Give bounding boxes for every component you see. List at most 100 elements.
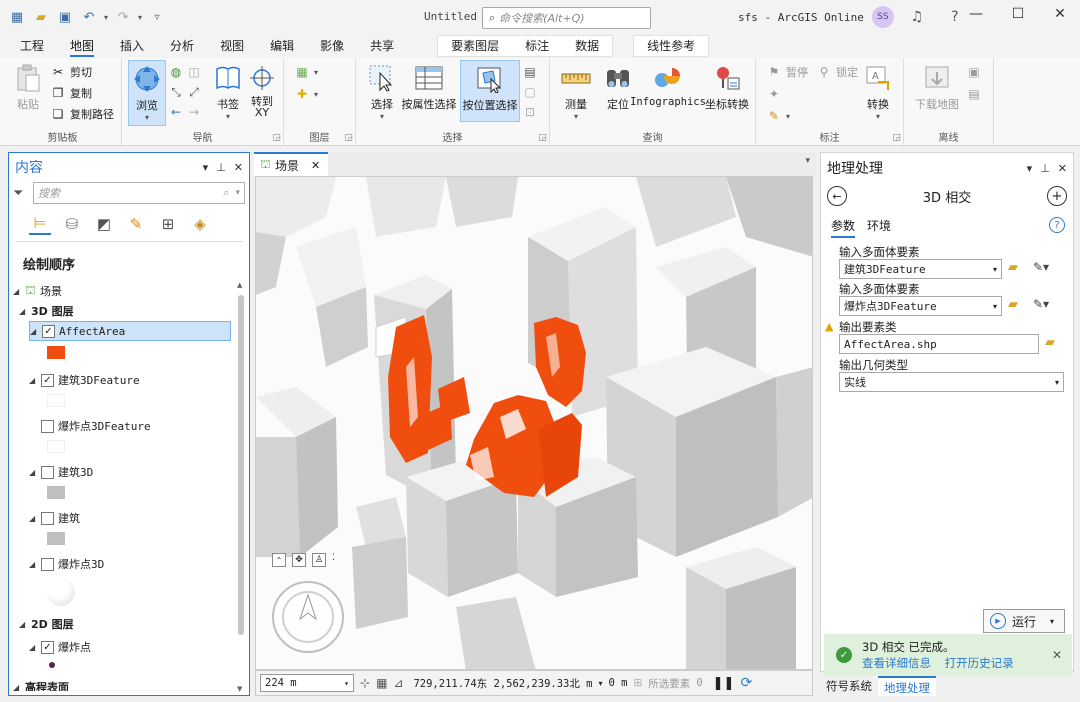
pane-options-icon[interactable]: ▾	[1027, 162, 1033, 175]
list-by-labeling-icon[interactable]: ◈	[189, 213, 211, 235]
toc-layer-building-3d[interactable]: ◢ 建筑3D	[29, 462, 93, 482]
toc-group-2d[interactable]: ◢ 2D 图层	[19, 614, 74, 634]
scale-input[interactable]: 224 m ▾	[260, 674, 354, 692]
select-button[interactable]: 选择 ▾	[360, 60, 404, 122]
list-by-selection-icon[interactable]: ◩	[93, 213, 115, 235]
measure-button[interactable]: 测量 ▾	[554, 60, 598, 122]
layer-visibility-checkbox[interactable]: ✓	[41, 640, 54, 654]
output-geometry-type-select[interactable]: 实线 ▾	[839, 372, 1064, 392]
download-map-button[interactable]: 下载地图	[910, 60, 964, 122]
cut-button[interactable]: ✂ 剪切	[50, 62, 92, 82]
select-by-attributes-button[interactable]: 按属性选择	[400, 60, 458, 122]
dismiss-icon[interactable]: ✕	[1052, 648, 1062, 662]
navigator-pan-icon[interactable]: ✥	[292, 553, 306, 567]
toc-layer-explosion-3d[interactable]: ◢ 爆炸点3D	[29, 554, 104, 574]
tab-parameters[interactable]: 参数	[831, 217, 856, 238]
run-button[interactable]: ▶ 运行 ▾	[983, 609, 1065, 633]
save-icon[interactable]: ▣	[56, 8, 74, 26]
view-unplaced-icon[interactable]: ✦	[766, 84, 782, 104]
layer-visibility-checkbox[interactable]: ✓	[42, 324, 55, 338]
selection-launcher-icon[interactable]: ◲	[538, 133, 547, 143]
fixed-zoom-icon[interactable]: ◫	[186, 62, 202, 82]
add-tool-icon[interactable]: +	[1047, 186, 1067, 206]
refresh-icon[interactable]: ⟳	[740, 675, 752, 691]
pin-icon[interactable]: ⊥	[216, 161, 226, 174]
layer-visibility-checkbox[interactable]	[41, 465, 54, 479]
contents-search-input[interactable]: 搜索 ⌕ ▾	[33, 182, 245, 204]
toc-scene[interactable]: ◢ ⛫ 场景	[13, 281, 62, 301]
goto-xy-button[interactable]: 转到 XY	[240, 60, 284, 122]
close-pane-icon[interactable]: ✕	[234, 161, 243, 174]
view-details-link[interactable]: 查看详细信息	[862, 656, 931, 670]
lock-labels-button[interactable]: ⚲ 锁定	[816, 62, 858, 82]
tab-share[interactable]: 共享	[357, 35, 407, 57]
collapse-icon[interactable]: ◢	[29, 643, 41, 652]
previous-extent-icon[interactable]: ←	[168, 102, 184, 122]
collapse-icon[interactable]: ◢	[19, 307, 31, 316]
toc-layer-building-3dfeature[interactable]: ◢ ✓ 建筑3DFeature	[29, 370, 140, 390]
pause-labels-button[interactable]: ⚑ 暂停	[766, 62, 808, 82]
maximize-icon[interactable]: ☐	[1006, 6, 1030, 22]
tab-edit[interactable]: 编辑	[257, 35, 307, 57]
toc-elevation-surfaces[interactable]: ◢ 高程表面	[13, 677, 69, 691]
tab-data[interactable]: 数据	[562, 35, 612, 57]
graticule-icon[interactable]: ⊹	[360, 676, 370, 690]
tab-labeling[interactable]: 标注	[512, 35, 562, 57]
close-tab-icon[interactable]: ✕	[311, 159, 320, 172]
undo-icon[interactable]: ↶	[80, 8, 98, 26]
minimize-icon[interactable]: —	[964, 6, 988, 22]
navigator-walk-icon[interactable]: ♙	[312, 553, 326, 567]
scroll-up-icon[interactable]: ▲	[237, 281, 242, 289]
navigator-more-icon[interactable]: ⁚	[332, 553, 335, 567]
paste-button[interactable]: 粘贴	[6, 60, 50, 122]
redo-dropdown-icon[interactable]: ▾	[138, 13, 142, 22]
navigator-collapse-icon[interactable]: ⌃	[272, 553, 286, 567]
zoom-in-fixed-icon[interactable]: ⤡	[168, 82, 184, 102]
layer-symbol-explosion-point[interactable]	[49, 662, 55, 668]
toc-group-3d[interactable]: ◢ 3D 图层	[19, 301, 74, 321]
toc-layer-explosion-point[interactable]: ◢ ✓ 爆炸点	[29, 637, 91, 657]
zoom-to-selection-icon[interactable]: ⊡	[522, 102, 538, 122]
grid-icon[interactable]: ▦	[376, 676, 387, 690]
collapse-icon[interactable]: ◢	[13, 683, 25, 692]
list-by-snapping-icon[interactable]: ⊞	[157, 213, 179, 235]
collapse-icon[interactable]: ◢	[29, 376, 41, 385]
tab-symbology[interactable]: 符号系统	[820, 676, 878, 696]
label-options-button[interactable]: ✎ ▾	[766, 106, 790, 126]
open-history-link[interactable]: 打开历史记录	[945, 656, 1014, 670]
tab-view[interactable]: 视图	[207, 35, 257, 57]
navigator-compass[interactable]	[272, 581, 344, 653]
tab-analysis[interactable]: 分析	[157, 35, 207, 57]
new-project-icon[interactable]: ▦	[8, 8, 26, 26]
browse-folder-icon[interactable]: ▰	[1045, 335, 1055, 350]
input-features-1-select[interactable]: 建筑3DFeature ▾	[839, 259, 1002, 279]
undo-dropdown-icon[interactable]: ▾	[104, 13, 108, 22]
list-by-editing-icon[interactable]: ✎	[125, 213, 147, 235]
tab-feature-layer[interactable]: 要素图层	[438, 35, 512, 57]
collapse-icon[interactable]: ◢	[19, 620, 31, 629]
layer-visibility-checkbox[interactable]	[41, 419, 54, 433]
add-data-button[interactable]: ✚ ▾	[294, 84, 318, 104]
clear-selection-icon[interactable]: ▢	[522, 82, 538, 102]
run-dropdown-icon[interactable]: ▾	[1050, 617, 1054, 626]
filter-icon[interactable]: ⏷	[13, 186, 33, 201]
output-feature-class-input[interactable]: AffectArea.shp	[839, 334, 1039, 354]
notification-bell-icon[interactable]: ♫	[902, 9, 932, 25]
tab-insert[interactable]: 插入	[107, 35, 157, 57]
scroll-down-icon[interactable]: ▼	[237, 685, 242, 693]
scale-dropdown-icon[interactable]: ▾	[344, 679, 349, 688]
scene-view[interactable]: ⌃ ✥ ♙ ⁚	[255, 176, 813, 670]
collapse-icon[interactable]: ◢	[30, 327, 42, 336]
toc-layer-affectarea[interactable]: ◢ ✓ AffectArea	[29, 321, 231, 341]
labeling-launcher-icon[interactable]: ◲	[892, 133, 901, 143]
contents-scrollbar[interactable]: ▲ ▼	[237, 281, 245, 693]
layer-symbol-building-3dfeature[interactable]	[47, 394, 65, 407]
command-search-input[interactable]: ⌕ 命令搜索(Alt+Q)	[482, 7, 651, 29]
customize-qat-icon[interactable]: ▿	[148, 8, 166, 26]
tab-project[interactable]: 工程	[0, 35, 57, 57]
collapse-icon[interactable]: ◢	[29, 468, 41, 477]
view-tab-dropdown-icon[interactable]: ▾	[805, 156, 810, 166]
layer-launcher-icon[interactable]: ◲	[344, 133, 353, 143]
layer-symbol-building-3d[interactable]	[47, 486, 65, 499]
layer-symbol-affectarea[interactable]	[47, 346, 65, 359]
